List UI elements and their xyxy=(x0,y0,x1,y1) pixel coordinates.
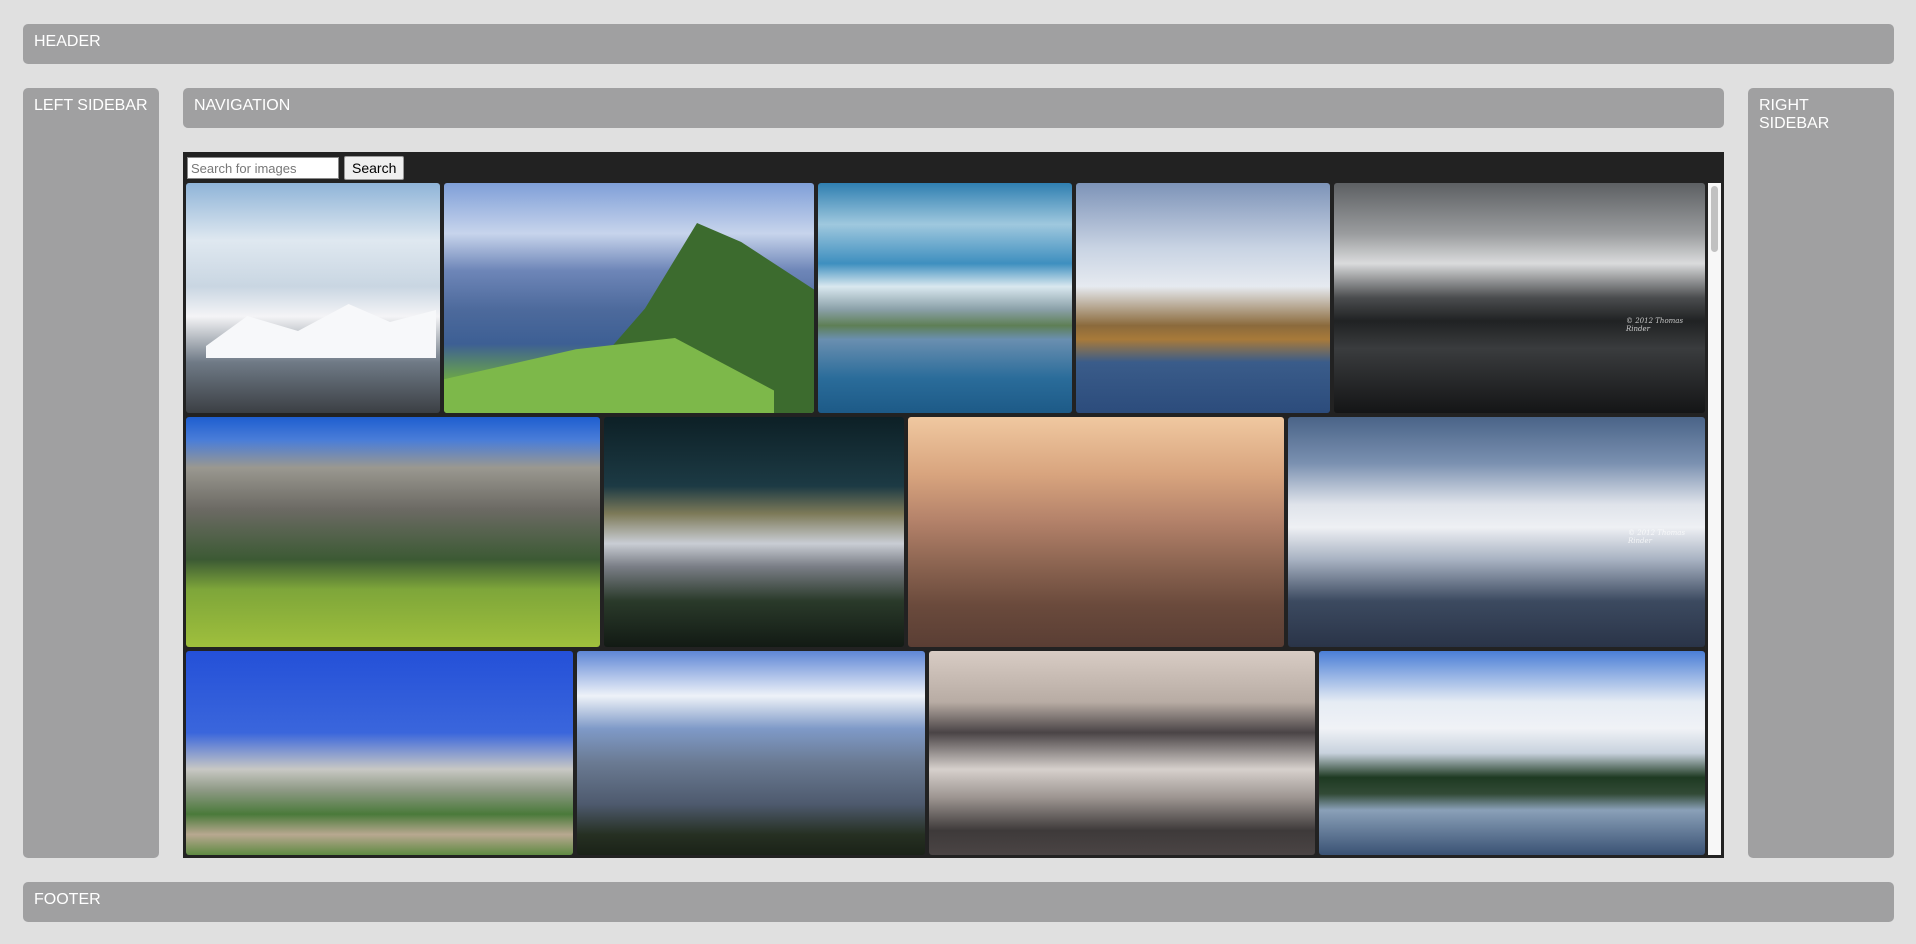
navigation-panel: NAVIGATION xyxy=(183,88,1724,128)
header-panel: HEADER xyxy=(23,24,1894,64)
image-tile[interactable] xyxy=(1076,183,1330,413)
right-sidebar-label: RIGHT SIDEBAR xyxy=(1759,97,1830,132)
footer-panel: FOOTER xyxy=(23,882,1894,922)
image-tile[interactable] xyxy=(186,651,573,855)
image-tile[interactable] xyxy=(818,183,1072,413)
image-tile[interactable]: © 2012 Thomas Rinder xyxy=(1334,183,1705,413)
image-tile[interactable] xyxy=(1319,651,1705,855)
image-gallery: Search © 2012 Thomas Rinder © 2012 Thoma… xyxy=(183,152,1724,858)
left-sidebar-label: LEFT SIDEBAR xyxy=(34,97,148,114)
left-sidebar-panel: LEFT SIDEBAR xyxy=(23,88,159,858)
right-sidebar-panel: RIGHT SIDEBAR xyxy=(1748,88,1894,858)
navigation-label: NAVIGATION xyxy=(194,97,291,114)
image-watermark: © 2012 Thomas Rinder xyxy=(1628,529,1686,545)
image-tile[interactable] xyxy=(186,417,600,647)
scrollbar-thumb[interactable] xyxy=(1711,186,1718,252)
image-watermark: © 2012 Thomas Rinder xyxy=(1626,317,1684,333)
search-input[interactable] xyxy=(187,157,339,179)
image-tile[interactable] xyxy=(604,417,904,647)
image-tile[interactable] xyxy=(908,417,1284,647)
header-label: HEADER xyxy=(34,33,101,50)
footer-label: FOOTER xyxy=(34,891,101,908)
gallery-scrollbar[interactable] xyxy=(1708,183,1721,855)
search-toolbar: Search xyxy=(187,156,405,180)
image-tile[interactable] xyxy=(929,651,1315,855)
image-tile[interactable] xyxy=(577,651,925,855)
image-tile[interactable]: © 2012 Thomas Rinder xyxy=(1288,417,1705,647)
image-grid: © 2012 Thomas Rinder © 2012 Thomas Rinde… xyxy=(186,183,1706,855)
image-tile[interactable] xyxy=(444,183,814,413)
search-button[interactable]: Search xyxy=(344,156,405,180)
image-tile[interactable] xyxy=(186,183,440,413)
